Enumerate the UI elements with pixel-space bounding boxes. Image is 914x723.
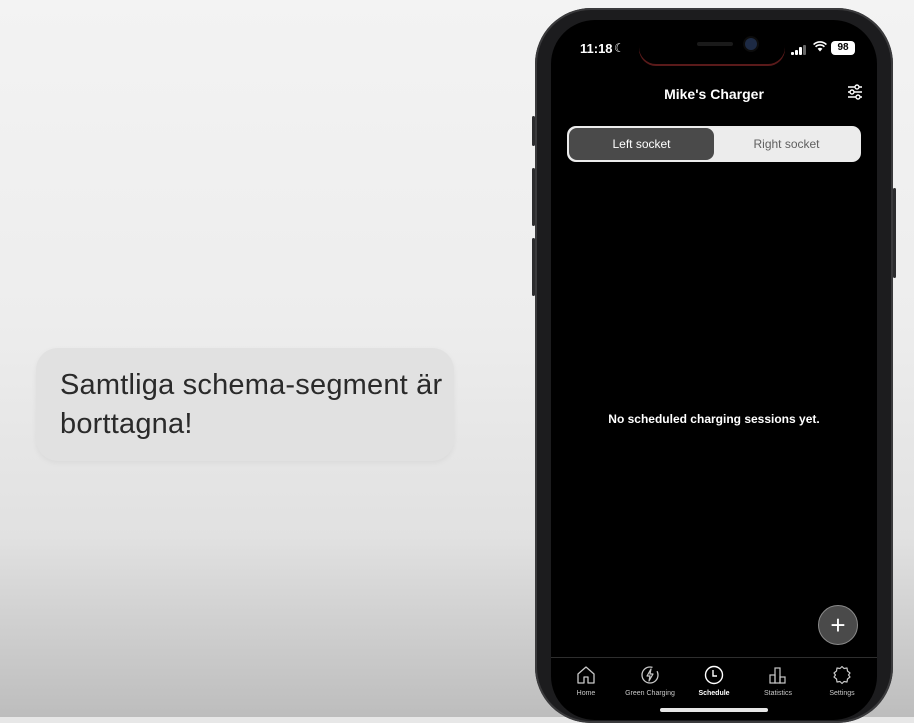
home-icon [577,666,595,684]
tab-home[interactable]: Home [551,664,621,712]
volume-down-button [532,238,535,296]
statistics-icon [769,667,786,684]
dynamic-island [639,30,785,64]
phone-frame: 11:18 ☾ 98 Mike's Charger Left socket Ri… [532,8,896,723]
filter-sliders-icon[interactable] [846,83,864,101]
tab-statistics-label: Statistics [763,690,792,697]
tab-settings[interactable]: Settings [807,664,877,712]
left-socket-tab[interactable]: Left socket [569,128,714,160]
volume-up-button [532,168,535,226]
plus-icon: + [830,610,846,640]
caption-text: Samtliga schema-segment är borttagna! [60,369,443,440]
background: Samtliga schema-segment är borttagna! 11… [0,0,914,723]
power-button [893,188,896,278]
add-schedule-button[interactable]: + [818,605,858,645]
tab-bar: Home Green Charging Schedule Statistics … [551,664,877,712]
socket-segmented-control: Left socket Right socket [567,126,861,162]
signal-icon [791,45,807,55]
tab-green-charging-label: Green Charging [625,690,675,697]
wifi-icon [813,40,827,55]
home-indicator [660,708,768,712]
tab-schedule[interactable]: Schedule [679,664,749,712]
right-socket-tab[interactable]: Right socket [714,128,859,160]
empty-state-message: No scheduled charging sessions yet. [608,412,820,426]
tab-bar-divider [551,657,877,658]
front-camera [745,38,757,50]
tab-settings-label: Settings [829,690,855,697]
status-time: 11:18 [580,41,613,56]
moon-icon: ☾ [614,41,625,55]
page-title: Mike's Charger [664,86,764,102]
tab-statistics[interactable]: Statistics [743,664,813,712]
phone-screen: 11:18 ☾ 98 Mike's Charger Left socket Ri… [551,20,877,720]
tab-home-label: Home [576,690,596,697]
action-button [532,116,535,146]
clock-icon [704,665,724,685]
green-charging-icon [641,666,659,684]
tab-green-charging[interactable]: Green Charging [615,664,685,712]
caption-bubble: Samtliga schema-segment är borttagna! [36,348,454,461]
gear-icon [833,665,851,685]
speaker [697,42,733,46]
tab-schedule-label: Schedule [698,690,730,697]
battery-icon: 98 [831,41,855,55]
